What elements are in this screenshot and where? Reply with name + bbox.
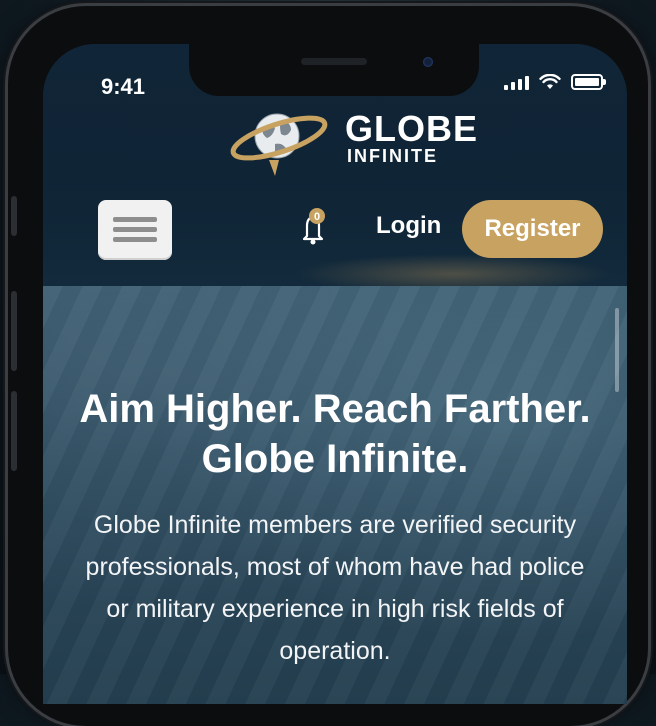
signal-icon <box>504 74 529 90</box>
login-link[interactable]: Login <box>376 212 441 240</box>
volume-down-button <box>11 391 17 471</box>
menu-button[interactable] <box>98 200 172 260</box>
site-logo[interactable]: GLOBE INFINITE <box>229 98 477 178</box>
globe-orbit-icon <box>230 113 328 176</box>
hamburger-icon <box>113 217 157 222</box>
volume-up-button <box>11 291 17 371</box>
phone-frame: 9:41 GLOBE INFINITE 0 Login Register Aim… <box>8 6 648 726</box>
wifi-icon <box>539 74 561 89</box>
mute-switch <box>11 196 17 236</box>
hero-description: Globe Infinite members are verified secu… <box>85 511 585 665</box>
status-time: 9:41 <box>101 74 146 99</box>
notch <box>189 44 479 96</box>
front-camera <box>423 57 433 67</box>
bell-icon: 0 <box>302 208 325 245</box>
register-button[interactable]: Register <box>462 200 603 258</box>
status-icons <box>504 74 606 90</box>
notification-button[interactable]: 0 <box>299 206 329 246</box>
notification-count: 0 <box>314 211 320 223</box>
hamburger-bar <box>113 237 157 242</box>
speaker-grille <box>301 58 367 65</box>
hamburger-bar <box>113 227 157 232</box>
battery-icon <box>571 74 606 90</box>
logo-subtitle: INFINITE <box>347 146 438 166</box>
hero-section: Aim Higher. Reach Farther. Globe Infinit… <box>43 286 627 704</box>
phone-screen: 9:41 GLOBE INFINITE 0 Login Register Aim… <box>43 44 627 704</box>
logo-wordmark: GLOBE <box>345 108 479 149</box>
hero-title: Aim Higher. Reach Farther. Globe Infinit… <box>79 387 591 481</box>
scrollbar[interactable] <box>615 308 619 392</box>
